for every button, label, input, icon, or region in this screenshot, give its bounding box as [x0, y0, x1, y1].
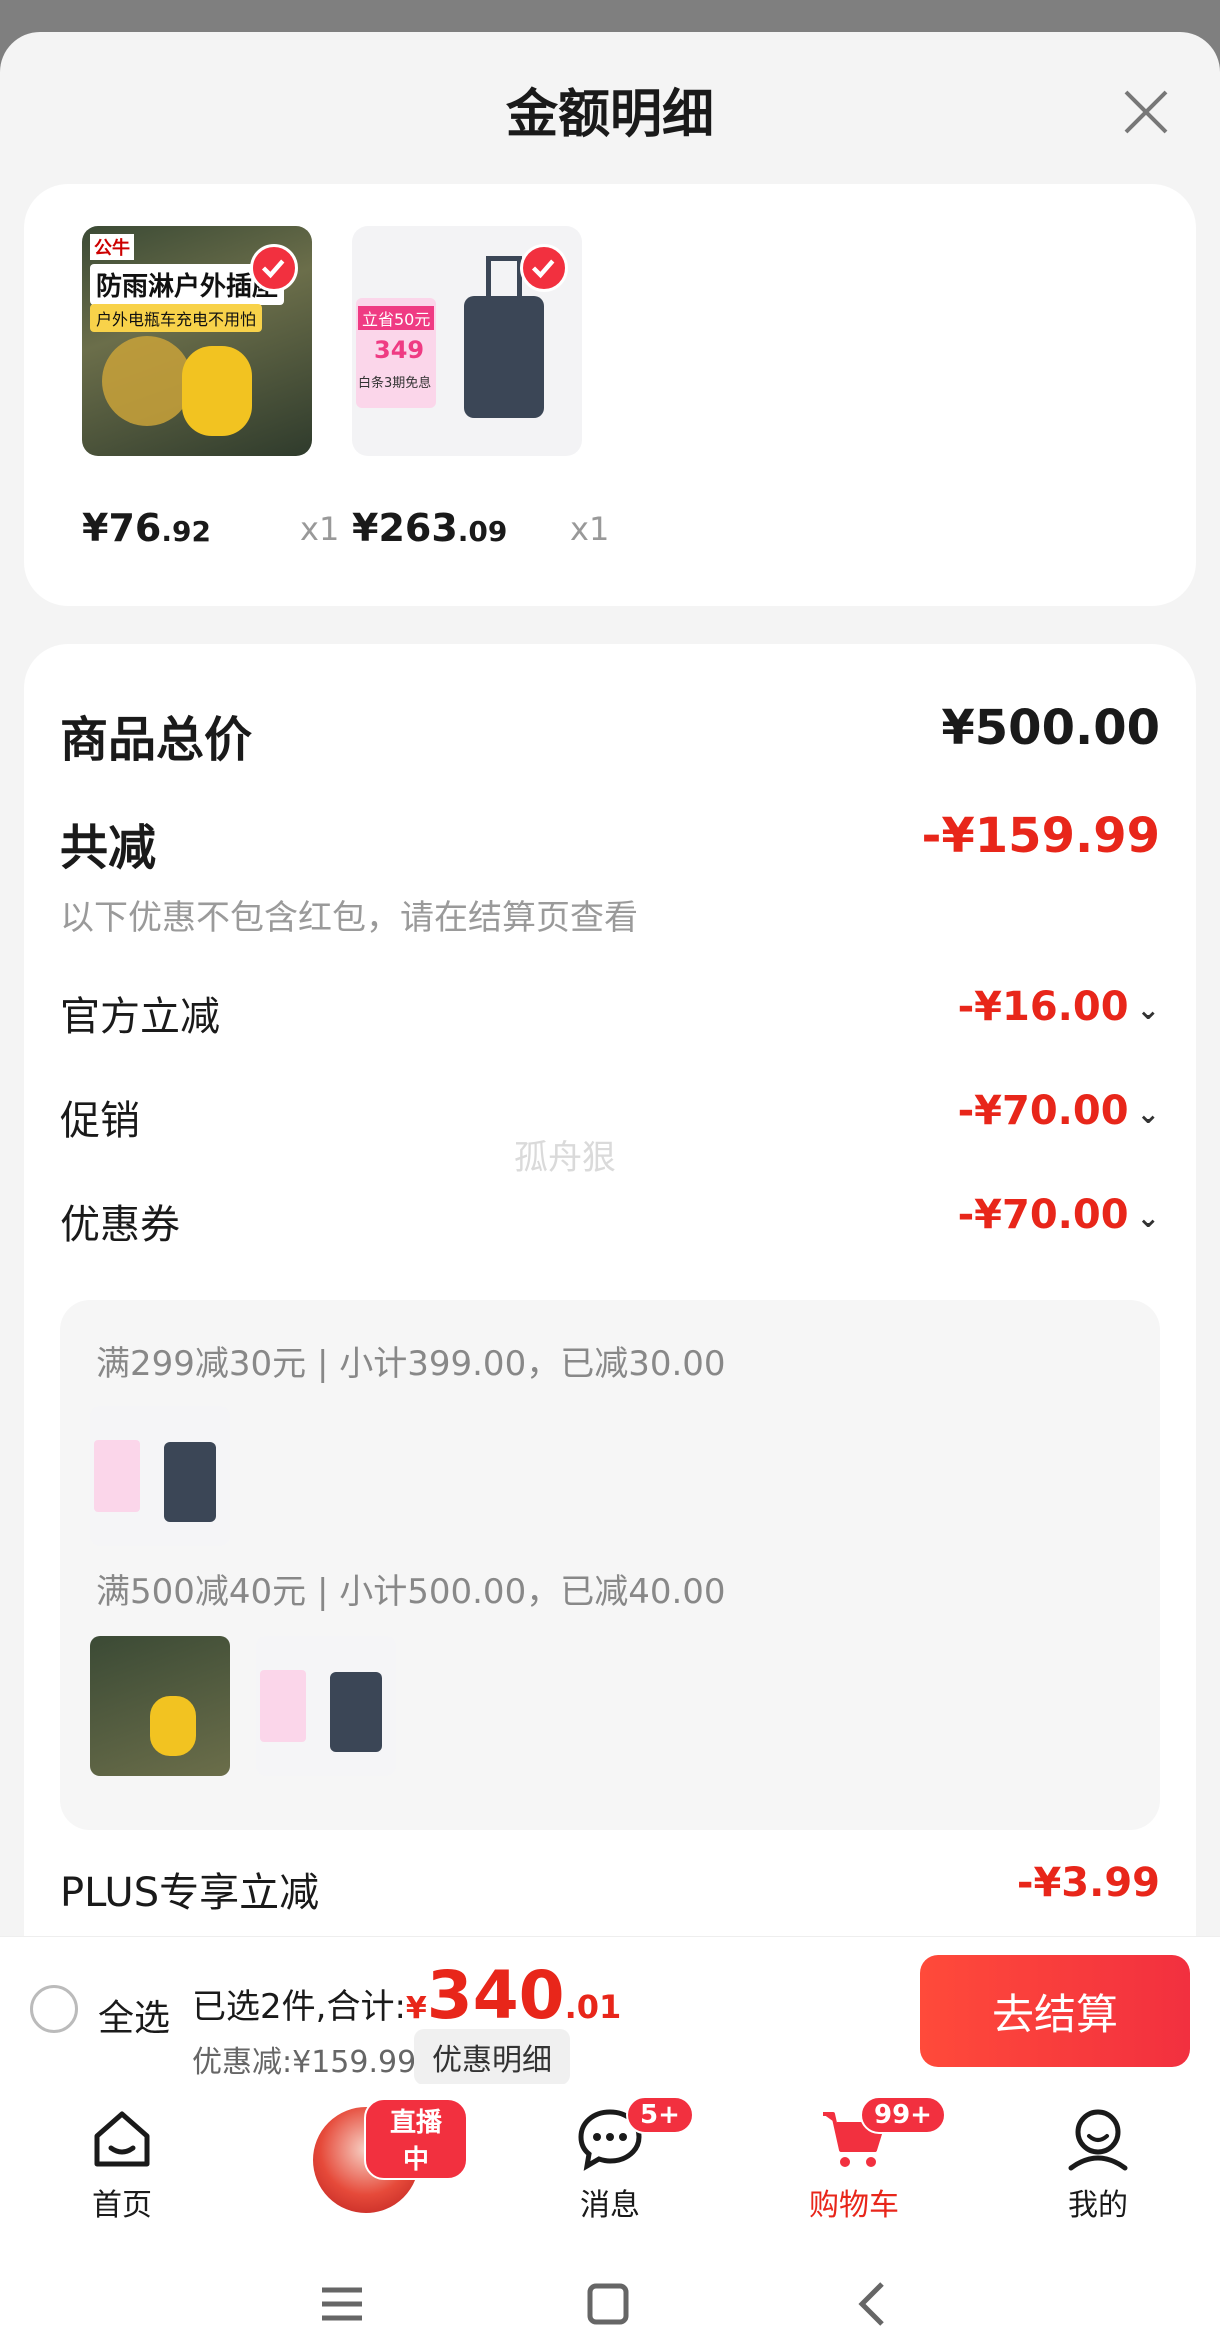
total-row: 商品总价 ¥500.00	[60, 700, 1160, 768]
selected-products-card: 公牛 防雨淋户外插座 户外电瓶车充电不用怕 ¥76.92 x1 立省50元 34…	[24, 184, 1196, 606]
cart-badge: 99+	[860, 2096, 946, 2134]
tab-cart[interactable]: 购物车 99+	[774, 2096, 946, 2224]
discount-text: 优惠减:¥159.99	[192, 2045, 417, 2080]
price-detail-card: 商品总价 ¥500.00 共减 -¥159.99 以下优惠不包含红包，请在结算页…	[24, 644, 1196, 2004]
reduce-row: 共减 -¥159.99	[60, 808, 1160, 876]
product-item[interactable]: 公牛 防雨淋户外插座 户外电瓶车充电不用怕 ¥76.92 x1	[82, 226, 339, 550]
coupon-row[interactable]: 优惠券 -¥70.00 ⌄	[60, 1192, 1160, 1248]
product-thumbnail	[90, 1406, 230, 1546]
chevron-down-icon[interactable]: ⌄	[1137, 1097, 1160, 1130]
socket-cover-shape	[102, 336, 192, 426]
selected-check-icon[interactable]	[250, 244, 298, 292]
tab-home[interactable]: 首页	[42, 2104, 202, 2224]
reduce-note: 以下优惠不包含红包，请在结算页查看	[60, 898, 638, 938]
promo-tag-shape	[94, 1440, 140, 1512]
selected-check-icon[interactable]	[520, 244, 568, 292]
plus-label: PLUS专享立减	[60, 1870, 320, 1916]
discount-detail-button[interactable]: 优惠明细	[414, 2029, 570, 2085]
chevron-down-icon[interactable]: ⌄	[1137, 993, 1160, 1026]
promo-value: -¥70.00 ⌄	[957, 1088, 1160, 1134]
back-icon[interactable]	[844, 2274, 904, 2334]
brand-label: 公牛	[90, 234, 134, 260]
promo-sub-label: 白条3期免息	[358, 376, 432, 391]
promo-label: 促销	[60, 1098, 140, 1144]
reduce-label: 共减	[60, 820, 157, 876]
total-label: 商品总价	[60, 712, 253, 768]
select-all-radio[interactable]	[30, 1985, 78, 2033]
image-sub-label: 户外电瓶车充电不用怕	[90, 304, 263, 332]
checkout-summary: 已选2件,合计:¥340.01	[192, 1957, 622, 2034]
tab-messages[interactable]: 消息 5+	[530, 2096, 694, 2224]
product-thumbnail	[90, 1636, 230, 1776]
profile-icon	[1068, 2109, 1128, 2171]
scooter-shape	[150, 1696, 196, 1756]
coupon-rule: 满500减40元 | 小计500.00，已减40.00	[96, 1572, 726, 1612]
reduce-value: -¥159.99	[921, 808, 1160, 864]
suitcase-handle-shape	[486, 256, 522, 298]
sheet-title: 金额明细	[505, 85, 714, 145]
plus-value: -¥3.99	[1016, 1860, 1160, 1906]
total-value: ¥500.00	[941, 700, 1160, 756]
product-qty: x1	[570, 510, 610, 548]
amount-detail-sheet: 金额明细 公牛 防雨淋户外插座 户外电瓶车充电不用怕 ¥76.92 x1 立省5…	[0, 32, 1220, 2344]
home-square-icon[interactable]	[578, 2274, 638, 2334]
watermark: 孤舟狠	[514, 1138, 616, 1178]
checkout-bar: 全选 已选2件,合计:¥340.01 优惠减:¥159.99 优惠明细 去结算	[0, 1936, 1220, 2085]
checkout-button[interactable]: 去结算	[920, 1955, 1190, 2067]
product-item[interactable]: 立省50元 349 白条3期免息 ¥263.09 x1	[352, 226, 609, 550]
close-icon[interactable]	[1116, 82, 1176, 142]
product-qty: x1	[300, 510, 340, 548]
tab-profile[interactable]: 我的	[1018, 2104, 1178, 2224]
coupon-rule: 满299减30元 | 小计399.00，已减30.00	[96, 1344, 726, 1384]
official-value: -¥16.00 ⌄	[957, 984, 1160, 1030]
product-thumbnail	[256, 1636, 396, 1776]
product-price: ¥263.09	[352, 506, 508, 550]
bottom-tab-bar: 首页 直播中 消息 5+ 购物车 99+ 我的	[0, 2084, 1220, 2234]
coupon-value: -¥70.00 ⌄	[957, 1192, 1160, 1238]
scooter-shape	[182, 346, 252, 436]
product-price: ¥76.92	[82, 506, 211, 550]
message-badge: 5+	[626, 2096, 694, 2134]
promo-tag-shape	[260, 1670, 306, 1742]
chevron-up-icon[interactable]: ⌄	[1137, 1201, 1160, 1234]
sheet-header: 金额明细	[0, 32, 1220, 182]
suitcase-shape	[464, 296, 544, 418]
official-label: 官方立减	[60, 994, 220, 1040]
promo-price-label: 349	[374, 336, 425, 364]
promo-title-label: 立省50元	[358, 306, 435, 330]
system-nav-bar	[0, 2234, 1220, 2344]
official-row[interactable]: 官方立减 -¥16.00 ⌄	[60, 984, 1160, 1040]
home-icon	[94, 2111, 150, 2167]
select-all-label[interactable]: 全选	[98, 1989, 170, 2041]
live-badge: 直播中	[364, 2098, 468, 2180]
coupon-label: 优惠券	[60, 1202, 180, 1248]
plus-row: PLUS专享立减 -¥3.99	[60, 1860, 1160, 1916]
coupon-detail-box: 满299减30元 | 小计399.00，已减30.00 满500减40元 | 小…	[60, 1300, 1160, 1830]
suitcase-shape	[164, 1442, 216, 1522]
suitcase-shape	[330, 1672, 382, 1752]
menu-icon[interactable]	[312, 2274, 372, 2334]
